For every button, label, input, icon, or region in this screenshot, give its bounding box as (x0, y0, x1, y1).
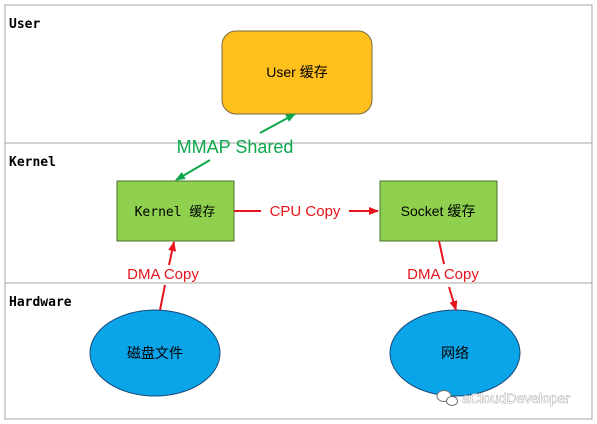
diagram-svg: User Kernel Hardware User 缓存 Kernel 缓存 S… (4, 4, 593, 420)
disk-file-label: 磁盘文件 (127, 345, 183, 361)
layer-label-hardware: Hardware (9, 295, 72, 310)
layer-label-user: User (9, 17, 40, 32)
socket-cache-label: Socket 缓存 (401, 203, 476, 219)
user-cache-label: User 缓存 (266, 64, 327, 80)
cpu-copy-label: CPU Copy (270, 203, 341, 220)
mmap-shared-label: MMAP Shared (177, 137, 294, 157)
diagram-canvas: User Kernel Hardware User 缓存 Kernel 缓存 S… (0, 0, 597, 424)
layer-label-kernel: Kernel (9, 155, 56, 170)
network-label: 网络 (441, 345, 469, 361)
watermark-text: aCloudDeveloper (462, 390, 571, 406)
dma-right-label: DMA Copy (407, 266, 479, 283)
kernel-cache-label: Kernel 缓存 (135, 205, 216, 220)
dma-left-label: DMA Copy (127, 266, 199, 283)
